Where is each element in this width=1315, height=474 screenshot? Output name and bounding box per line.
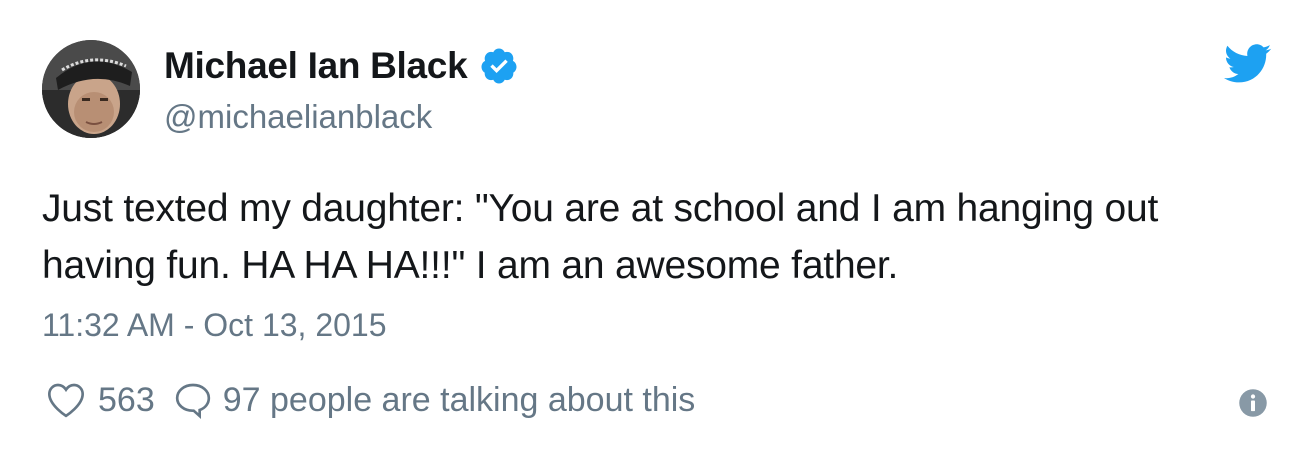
author-name-row: Michael Ian Black: [164, 42, 519, 90]
avatar[interactable]: [42, 40, 140, 138]
tweet-timestamp[interactable]: 11:32 AM - Oct 13, 2015: [42, 307, 387, 344]
verified-badge-icon: [479, 46, 519, 86]
tweet-actions: 563 97 people are talking about this: [46, 378, 695, 422]
heart-icon[interactable]: [46, 381, 86, 419]
author-handle[interactable]: @michaelianblack: [164, 98, 432, 136]
tweet-card: Michael Ian Black @michaelianblack Just …: [0, 0, 1315, 474]
info-icon[interactable]: [1238, 388, 1268, 418]
conversation-count[interactable]: 97 people are talking about this: [223, 381, 696, 420]
speech-bubble-icon[interactable]: [173, 381, 213, 419]
tweet-text: Just texted my daughter: "You are at sch…: [42, 187, 1159, 287]
like-count[interactable]: 563: [98, 381, 155, 420]
twitter-bird-icon[interactable]: [1224, 44, 1272, 84]
avatar-image: [42, 40, 140, 138]
author-display-name[interactable]: Michael Ian Black: [164, 45, 468, 87]
